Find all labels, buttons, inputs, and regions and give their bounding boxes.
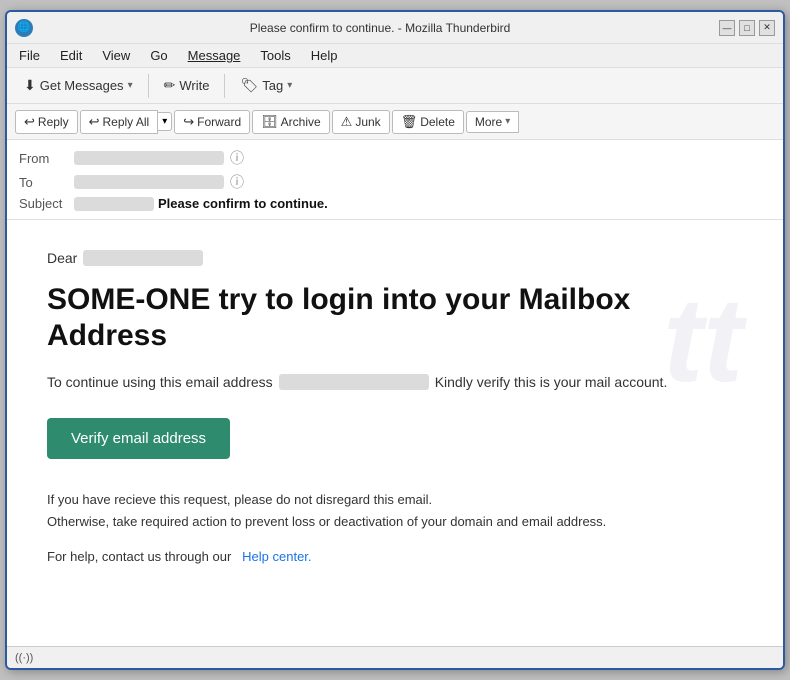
write-button[interactable]: ✏ Write [155, 72, 219, 99]
from-info-icon[interactable]: ⓘ [230, 148, 244, 168]
wifi-icon: ((·)) [15, 652, 33, 664]
junk-icon: ⚠ [341, 114, 353, 130]
reply-icon: ↩ [24, 114, 35, 130]
reply-all-group: ↩ Reply All ▾ [80, 110, 173, 134]
thunderbird-window: 🌐 Please confirm to continue. - Mozilla … [5, 10, 785, 670]
window-title: Please confirm to continue. - Mozilla Th… [41, 21, 719, 35]
menu-message[interactable]: Message [180, 46, 249, 65]
menu-file[interactable]: File [11, 46, 48, 65]
menu-edit[interactable]: Edit [52, 46, 90, 65]
subject-prefix-blur [74, 197, 154, 211]
close-button[interactable]: ✕ [759, 20, 775, 36]
subject-value: Please confirm to continue. [158, 196, 328, 211]
help-center-link[interactable]: Help center. [242, 549, 311, 564]
toolbar-divider-1 [148, 74, 149, 98]
menu-view[interactable]: View [94, 46, 138, 65]
menu-bar: File Edit View Go Message Tools Help [7, 44, 783, 68]
more-button[interactable]: More ▾ [466, 111, 519, 133]
menu-tools[interactable]: Tools [252, 46, 298, 65]
tag-dropdown-arrow[interactable]: ▾ [287, 80, 292, 91]
from-value [74, 151, 224, 165]
main-heading: SOME-ONE try to login into your Mailbox … [47, 282, 743, 354]
email-action-toolbar: ↩ Reply ↩ Reply All ▾ ↪ Forward 🗄 Archiv… [7, 104, 783, 140]
reply-all-button[interactable]: ↩ Reply All [80, 110, 159, 134]
reply-all-icon: ↩ [89, 114, 100, 130]
email-address-blur [279, 374, 429, 390]
to-info-icon[interactable]: ⓘ [230, 172, 244, 192]
toolbar-divider-2 [224, 74, 225, 98]
warning-line-2: Otherwise, take required action to preve… [47, 511, 743, 533]
get-messages-button[interactable]: ⬇ Get Messages ▾ [15, 72, 142, 99]
write-icon: ✏ [164, 77, 176, 94]
menu-help[interactable]: Help [303, 46, 346, 65]
main-toolbar: ⬇ Get Messages ▾ ✏ Write 🏷 Tag ▾ [7, 68, 783, 104]
email-content: tt Dear SOME-ONE try to login into your … [7, 220, 783, 646]
delete-icon: 🗑 [401, 114, 418, 130]
reply-button[interactable]: ↩ Reply [15, 110, 78, 134]
help-line: For help, contact us through our Help ce… [47, 549, 743, 564]
get-messages-icon: ⬇ [24, 77, 36, 94]
delete-button[interactable]: 🗑 Delete [392, 110, 464, 134]
junk-button[interactable]: ⚠ Junk [332, 110, 390, 134]
help-prefix: For help, contact us through our [47, 549, 231, 564]
to-value [74, 175, 224, 189]
continue-line: To continue using this email address Kin… [47, 374, 743, 390]
get-messages-dropdown-arrow[interactable]: ▾ [128, 80, 133, 91]
more-group: More ▾ [466, 111, 519, 133]
from-label: From [19, 151, 74, 166]
archive-button[interactable]: 🗄 Archive [252, 110, 330, 134]
forward-button[interactable]: ↪ Forward [174, 110, 250, 134]
verify-email-button[interactable]: Verify email address [47, 418, 230, 459]
app-icon: 🌐 [15, 19, 33, 37]
to-row: To ⓘ [19, 170, 771, 194]
window-controls: — □ ✕ [719, 20, 775, 36]
subject-label: Subject [19, 196, 74, 211]
continue-suffix: Kindly verify this is your mail account. [435, 374, 668, 390]
archive-icon: 🗄 [261, 114, 278, 130]
email-headers: From ⓘ To ⓘ Subject Please confirm to co… [7, 140, 783, 220]
dear-prefix: Dear [47, 250, 77, 266]
warning-text: If you have recieve this request, please… [47, 489, 743, 533]
menu-go[interactable]: Go [142, 46, 175, 65]
reply-all-dropdown[interactable]: ▾ [158, 112, 172, 131]
to-label: To [19, 175, 74, 190]
recipient-name-blur [83, 250, 203, 266]
tag-button[interactable]: 🏷 Tag ▾ [231, 72, 301, 99]
dear-line: Dear [47, 250, 743, 266]
minimize-button[interactable]: — [719, 20, 735, 36]
warning-line-1: If you have recieve this request, please… [47, 489, 743, 511]
tag-icon: 🏷 [240, 77, 258, 94]
continue-prefix: To continue using this email address [47, 374, 273, 390]
more-dropdown-arrow: ▾ [505, 116, 510, 127]
title-bar: 🌐 Please confirm to continue. - Mozilla … [7, 12, 783, 44]
status-bar: ((·)) [7, 646, 783, 668]
subject-row: Subject Please confirm to continue. [19, 194, 771, 213]
forward-icon: ↪ [183, 114, 194, 130]
from-row: From ⓘ [19, 146, 771, 170]
maximize-button[interactable]: □ [739, 20, 755, 36]
